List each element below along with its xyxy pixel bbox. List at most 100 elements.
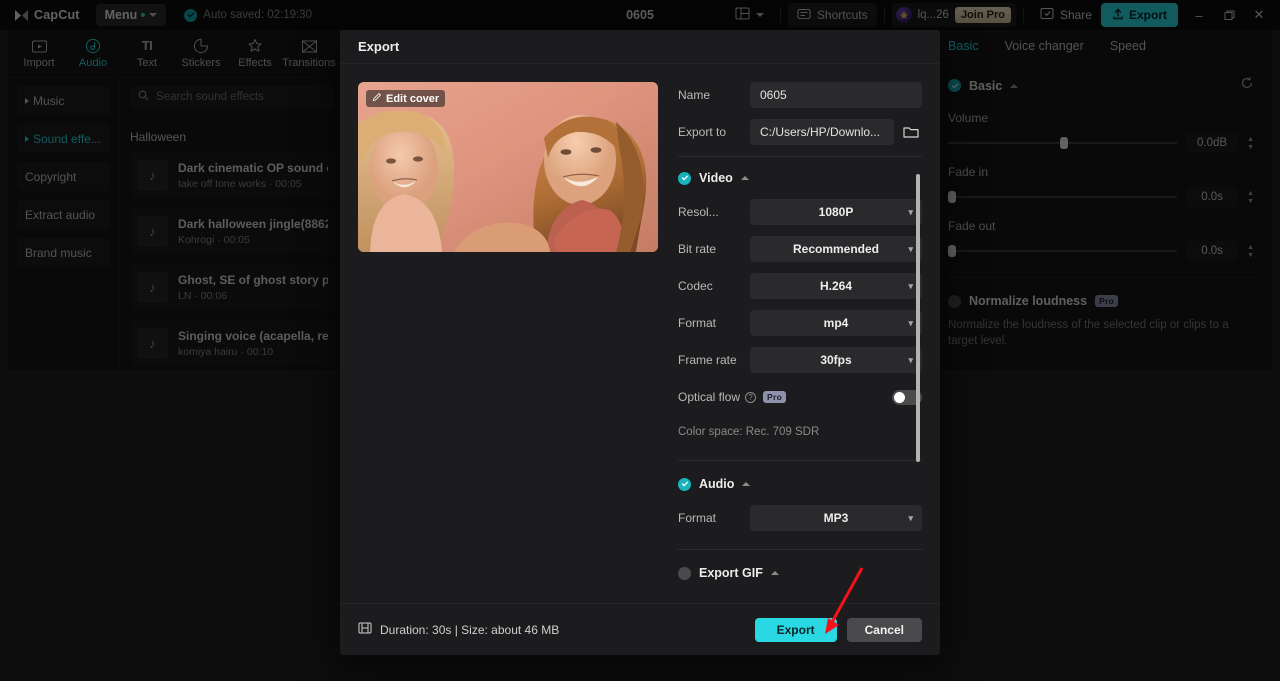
share-button[interactable]: Share xyxy=(1031,3,1101,27)
tool-tab-transitions[interactable]: Transitions xyxy=(282,39,336,69)
slider-knob[interactable] xyxy=(1060,137,1068,149)
chevron-down-icon: ▾ xyxy=(908,318,913,329)
search-box[interactable] xyxy=(130,86,335,108)
tool-tab-label: Stickers xyxy=(181,57,220,69)
maximize-button[interactable] xyxy=(1214,1,1244,29)
edit-cover-button[interactable]: Edit cover xyxy=(366,90,445,107)
avatar xyxy=(896,7,912,23)
tool-tab-effects[interactable]: Effects xyxy=(228,38,282,69)
name-input[interactable]: 0605 xyxy=(750,82,922,108)
framerate-label: Frame rate xyxy=(678,353,750,367)
export-gif-checkbox[interactable] xyxy=(678,567,691,580)
fade-out-value[interactable]: 0.0s xyxy=(1187,241,1237,261)
optical-flow-label: Optical flow xyxy=(678,390,740,404)
volume-label: Volume xyxy=(948,111,1254,125)
tab-speed[interactable]: Speed xyxy=(1110,39,1146,53)
basic-checkbox[interactable] xyxy=(948,79,961,92)
audio-format-row: Format MP3 ▾ xyxy=(678,505,922,531)
sticker-icon xyxy=(193,38,209,54)
tool-tab-stickers[interactable]: Stickers xyxy=(174,38,228,69)
tool-tab-text[interactable]: TI Text xyxy=(120,38,174,69)
list-item[interactable]: ♪ Singing voice (acapella, retr komiya h… xyxy=(130,320,335,366)
list-item[interactable]: ♪ Ghost, SE of ghost story par LN · 00:0… xyxy=(130,264,335,310)
search-input[interactable] xyxy=(156,91,327,103)
layout-switcher-button[interactable] xyxy=(726,3,773,27)
list-item-meta: Dark halloween jingle(88620 Kohrogi · 00… xyxy=(178,217,328,246)
info-icon[interactable]: ? xyxy=(745,392,756,403)
list-item[interactable]: ♪ Dark halloween jingle(88620 Kohrogi · … xyxy=(130,208,335,254)
cancel-button[interactable]: Cancel xyxy=(847,618,922,642)
audio-format-select[interactable]: MP3 ▾ xyxy=(750,505,922,531)
export-label: Export xyxy=(1129,8,1167,22)
right-properties-panel: Basic Voice changer Speed Basic Volume xyxy=(930,30,1272,370)
shortcuts-label: Shortcuts xyxy=(817,8,868,22)
codec-select[interactable]: H.264 ▾ xyxy=(750,273,922,299)
reset-icon[interactable] xyxy=(1240,76,1254,95)
format-select[interactable]: mp4 ▾ xyxy=(750,310,922,336)
cover-thumbnail[interactable]: Edit cover xyxy=(358,82,658,252)
export-settings-scrollbar[interactable] xyxy=(916,174,920,462)
volume-value[interactable]: 0.0dB xyxy=(1187,133,1237,153)
fade-in-slider[interactable] xyxy=(948,196,1177,198)
export-to-label: Export to xyxy=(678,125,750,139)
slider-knob[interactable] xyxy=(948,245,956,257)
export-dialog-title: Export xyxy=(340,30,940,64)
subnav-item-copyright[interactable]: Copyright xyxy=(17,162,110,191)
normalize-loudness-checkbox[interactable] xyxy=(948,295,961,308)
edit-pencil-icon xyxy=(372,92,382,105)
search-icon xyxy=(138,88,149,106)
name-row: Name 0605 xyxy=(678,82,922,108)
volume-stepper[interactable]: ▲▼ xyxy=(1247,136,1254,151)
transition-icon xyxy=(301,39,318,54)
bitrate-select[interactable]: Recommended ▾ xyxy=(750,236,922,262)
fade-in-stepper[interactable]: ▲▼ xyxy=(1247,190,1254,205)
chevron-up-icon[interactable] xyxy=(741,176,749,180)
export-confirm-button[interactable]: Export xyxy=(755,618,837,642)
export-button-titlebar[interactable]: Export xyxy=(1101,3,1178,27)
video-checkbox[interactable] xyxy=(678,172,691,185)
bitrate-row: Bit rate Recommended ▾ xyxy=(678,236,922,262)
chevron-up-icon[interactable] xyxy=(1010,84,1018,88)
framerate-select[interactable]: 30fps ▾ xyxy=(750,347,922,373)
keyboard-icon xyxy=(797,8,811,23)
divider xyxy=(884,8,885,23)
chevron-up-icon[interactable] xyxy=(742,482,750,486)
export-gif-title: Export GIF xyxy=(699,566,763,580)
fade-out-slider[interactable] xyxy=(948,250,1177,252)
list-item-subtitle: LN · 00:06 xyxy=(178,290,328,302)
list-item[interactable]: ♪ Dark cinematic OP sound ef take off to… xyxy=(130,152,335,198)
subnav-item-sound-effects[interactable]: Sound effe... xyxy=(17,124,110,153)
divider xyxy=(678,460,922,461)
fade-in-value[interactable]: 0.0s xyxy=(1187,187,1237,207)
resolution-select[interactable]: 1080P ▾ xyxy=(750,199,922,225)
fade-out-stepper[interactable]: ▲▼ xyxy=(1247,244,1254,259)
video-section-title: Video xyxy=(699,171,733,185)
tab-basic[interactable]: Basic xyxy=(948,39,979,53)
slider-knob[interactable] xyxy=(948,191,956,203)
capcut-logo-text: CapCut xyxy=(34,8,80,22)
tab-voice-changer[interactable]: Voice changer xyxy=(1005,39,1084,53)
fade-out-label: Fade out xyxy=(948,219,1254,233)
volume-slider[interactable] xyxy=(948,142,1177,144)
tool-tab-audio[interactable]: Audio xyxy=(66,38,120,69)
subnav-item-brand-music[interactable]: Brand music xyxy=(17,238,110,267)
tool-tab-import[interactable]: Import xyxy=(12,39,66,69)
subnav-label: Copyright xyxy=(25,170,76,184)
subnav-item-extract-audio[interactable]: Extract audio xyxy=(17,200,110,229)
subnav-item-music[interactable]: Music xyxy=(17,86,110,115)
basic-section-title: Basic xyxy=(969,79,1002,93)
menu-button[interactable]: Menu xyxy=(96,4,167,26)
account-button[interactable]: lq...26 Join Pro xyxy=(892,3,1016,27)
title-bar: CapCut Menu Auto saved: 02:19:30 0605 xyxy=(0,0,1280,30)
text-icon: TI xyxy=(142,38,153,54)
join-pro-badge[interactable]: Join Pro xyxy=(955,7,1011,23)
divider xyxy=(678,549,922,550)
close-button[interactable]: ✕ xyxy=(1244,1,1274,29)
shortcuts-button[interactable]: Shortcuts xyxy=(788,3,877,27)
export-to-input[interactable]: C:/Users/HP/Downlo... xyxy=(750,119,894,145)
list-item-title: Ghost, SE of ghost story par xyxy=(178,273,328,287)
minimize-button[interactable]: – xyxy=(1184,1,1214,29)
folder-icon[interactable] xyxy=(900,121,922,143)
chevron-up-icon[interactable] xyxy=(771,571,779,575)
audio-checkbox[interactable] xyxy=(678,478,691,491)
